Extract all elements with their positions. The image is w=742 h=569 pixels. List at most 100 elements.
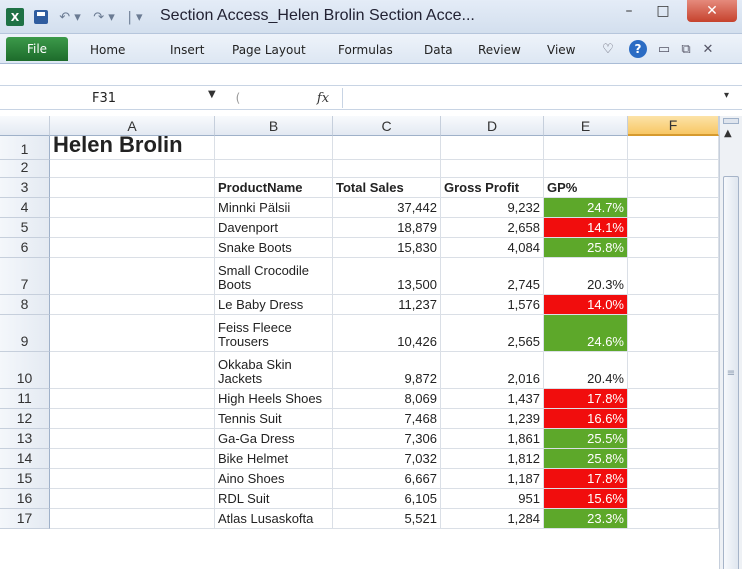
cell-a15[interactable] (50, 469, 215, 489)
cell-b6[interactable]: Snake Boots (215, 238, 333, 258)
row-header[interactable]: 1 (0, 136, 50, 160)
redo-icon[interactable]: ↷ ▾ (90, 8, 118, 26)
cell-d10[interactable]: 2,016 (441, 352, 544, 389)
cell-f7[interactable] (628, 258, 719, 295)
row-header[interactable]: 7 (0, 258, 50, 295)
spreadsheet-grid[interactable]: A B C D E F 1 Helen Brolin 2 3 ProductName To… (0, 116, 719, 569)
customize-quick-access-icon[interactable]: | ▾ (124, 8, 146, 26)
cell-c10[interactable]: 9,872 (333, 352, 441, 389)
cell-f16[interactable] (628, 489, 719, 509)
cell-b17[interactable]: Atlas Lusaskofta (215, 509, 333, 529)
cell-a12[interactable] (50, 409, 215, 429)
cell-b13[interactable]: Ga-Ga Dress (215, 429, 333, 449)
cell-d9[interactable]: 2,565 (441, 315, 544, 352)
cell-c16[interactable]: 6,105 (333, 489, 441, 509)
row-header[interactable]: 13 (0, 429, 50, 449)
cell-e16[interactable]: 15.6% (544, 489, 628, 509)
row-header[interactable]: 10 (0, 352, 50, 389)
cell-e4[interactable]: 24.7% (544, 198, 628, 218)
cell-a7[interactable] (50, 258, 215, 295)
cell-e15[interactable]: 17.8% (544, 469, 628, 489)
row-header[interactable]: 12 (0, 409, 50, 429)
cell-d14[interactable]: 1,812 (441, 449, 544, 469)
column-header-f[interactable]: F (628, 116, 719, 136)
cell-a5[interactable] (50, 218, 215, 238)
cell-e10[interactable]: 20.4% (544, 352, 628, 389)
cell-a13[interactable] (50, 429, 215, 449)
cell-c2[interactable] (333, 160, 441, 178)
help-icon[interactable]: ? (629, 40, 647, 58)
minimize-button[interactable]: – (612, 0, 646, 22)
row-header[interactable]: 3 (0, 178, 50, 198)
scroll-thumb[interactable]: ≡ (723, 176, 739, 569)
cell-a1[interactable]: Helen Brolin (50, 132, 215, 160)
cell-f17[interactable] (628, 509, 719, 529)
close-button[interactable]: ✕ (687, 0, 737, 22)
cell-e5[interactable]: 14.1% (544, 218, 628, 238)
cell-d17[interactable]: 1,284 (441, 509, 544, 529)
restore-window-icon[interactable]: ⧉ (678, 40, 694, 58)
cell-d5[interactable]: 2,658 (441, 218, 544, 238)
cell-a17[interactable] (50, 509, 215, 529)
tab-home[interactable]: Home (90, 43, 125, 57)
cell-b11[interactable]: High Heels Shoes (215, 389, 333, 409)
cell-c9[interactable]: 10,426 (333, 315, 441, 352)
cell-b1[interactable] (215, 136, 333, 160)
cell-e1[interactable] (544, 136, 628, 160)
cell-e6[interactable]: 25.8% (544, 238, 628, 258)
cell-e11[interactable]: 17.8% (544, 389, 628, 409)
cell-b5[interactable]: Davenport (215, 218, 333, 238)
cell-d6[interactable]: 4,084 (441, 238, 544, 258)
close-workbook-icon[interactable]: ✕ (700, 40, 716, 58)
cell-a16[interactable] (50, 489, 215, 509)
cell-b3[interactable]: ProductName (215, 178, 333, 198)
column-header-b[interactable]: B (215, 116, 333, 136)
cell-c8[interactable]: 11,237 (333, 295, 441, 315)
cell-e14[interactable]: 25.8% (544, 449, 628, 469)
minimize-ribbon-icon[interactable]: ▭ (656, 40, 672, 58)
cell-c7[interactable]: 13,500 (333, 258, 441, 295)
row-header[interactable]: 14 (0, 449, 50, 469)
cell-a8[interactable] (50, 295, 215, 315)
cell-b12[interactable]: Tennis Suit (215, 409, 333, 429)
cell-b7[interactable]: Small Crocodile Boots (215, 258, 333, 295)
column-header-e[interactable]: E (544, 116, 628, 136)
cell-f8[interactable] (628, 295, 719, 315)
cell-c6[interactable]: 15,830 (333, 238, 441, 258)
cell-d3[interactable]: Gross Profit (441, 178, 544, 198)
cell-b10[interactable]: Okkaba Skin Jackets (215, 352, 333, 389)
row-header[interactable]: 16 (0, 489, 50, 509)
cell-c4[interactable]: 37,442 (333, 198, 441, 218)
cell-e12[interactable]: 16.6% (544, 409, 628, 429)
cell-c3[interactable]: Total Sales (333, 178, 441, 198)
row-header[interactable]: 9 (0, 315, 50, 352)
cell-f1[interactable] (628, 136, 719, 160)
vertical-scrollbar[interactable]: ▲ ≡ (719, 116, 742, 569)
cell-e7[interactable]: 20.3% (544, 258, 628, 295)
cell-f5[interactable] (628, 218, 719, 238)
scroll-up-arrow-icon[interactable]: ▲ (724, 128, 732, 139)
cell-a2[interactable] (50, 160, 215, 178)
cell-f3[interactable] (628, 178, 719, 198)
tab-review[interactable]: Review (478, 43, 521, 57)
cell-d16[interactable]: 951 (441, 489, 544, 509)
split-box[interactable] (723, 118, 739, 124)
cell-d12[interactable]: 1,239 (441, 409, 544, 429)
cell-b15[interactable]: Aino Shoes (215, 469, 333, 489)
select-all-corner[interactable] (0, 116, 50, 136)
cell-f15[interactable] (628, 469, 719, 489)
excel-app-icon[interactable]: X (6, 8, 24, 26)
cell-b4[interactable]: Minnki Pälsii (215, 198, 333, 218)
cell-f12[interactable] (628, 409, 719, 429)
cell-c14[interactable]: 7,032 (333, 449, 441, 469)
save-icon[interactable] (33, 8, 49, 26)
insert-function-button[interactable]: fx (312, 88, 334, 108)
cell-d1[interactable] (441, 136, 544, 160)
cell-b16[interactable]: RDL Suit (215, 489, 333, 509)
row-header[interactable]: 6 (0, 238, 50, 258)
cell-b14[interactable]: Bike Helmet (215, 449, 333, 469)
cell-f4[interactable] (628, 198, 719, 218)
formula-input[interactable] (342, 88, 722, 108)
cell-b2[interactable] (215, 160, 333, 178)
undo-icon[interactable]: ↶ ▾ (56, 8, 84, 26)
